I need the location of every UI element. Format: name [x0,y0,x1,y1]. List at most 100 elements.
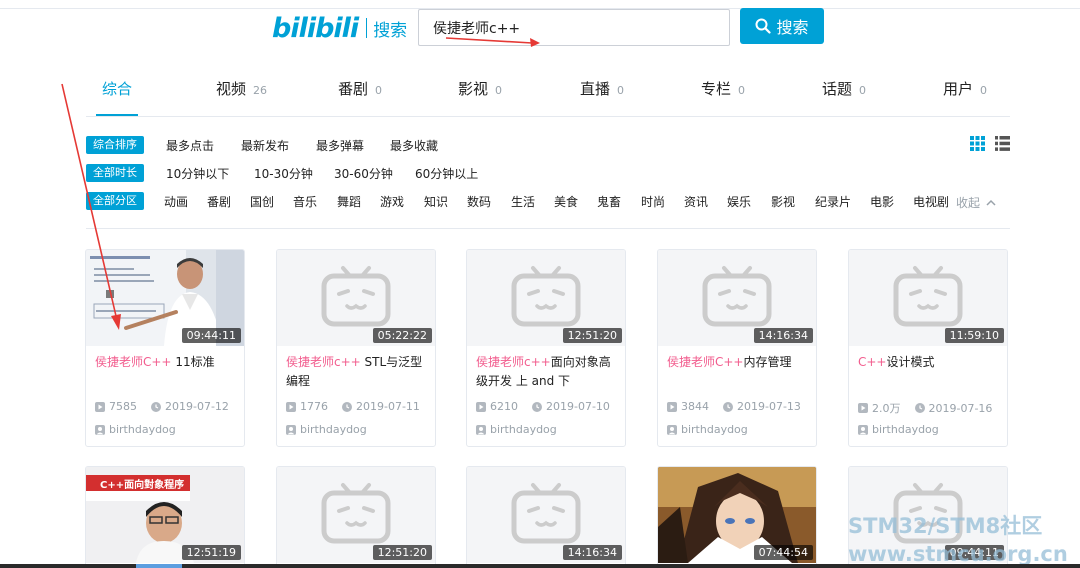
zone-item[interactable]: 纪录片 [815,193,851,210]
zone-item[interactable]: 娱乐 [727,193,751,210]
zone-item[interactable]: 国创 [250,193,274,210]
duration-over-60[interactable]: 60分钟以上 [415,165,478,182]
bilibili-logo[interactable]: bilibili 搜索 [272,12,407,44]
sort-most-clicks[interactable]: 最多点击 [166,137,214,154]
uploader[interactable]: birthdaydog [476,423,557,436]
video-title[interactable]: 侯捷老师c++ STL与泛型编程 [286,353,431,391]
upload-date: 2019-07-10 [546,400,610,413]
tab-film[interactable]: 影视 0 [458,78,502,116]
video-thumbnail[interactable]: 12:51:20 [277,467,435,563]
uploader-name: birthdaydog [109,423,176,436]
video-thumbnail[interactable]: C++面向對象程序 12:51:19 [86,467,244,563]
uploader[interactable]: birthdaydog [858,423,939,436]
tab-bangumi[interactable]: 番剧 0 [338,78,382,116]
tv-placeholder-icon [321,481,391,545]
video-card[interactable]: 12:51:20 侯捷老师c++面向对象高级开发 上 and 下 6210 20… [466,249,626,447]
zone-item[interactable]: 动画 [164,193,188,210]
video-title-rest: 设计模式 [886,355,935,369]
sort-most-favorites[interactable]: 最多收藏 [390,137,438,154]
zone-item[interactable]: 音乐 [293,193,317,210]
tab-live[interactable]: 直播 0 [580,78,624,116]
video-card[interactable]: 09:44:11 侯捷老师C++ 11标准 7585 2019-07-12 bi… [85,249,245,447]
video-title[interactable]: 侯捷老师C++内存管理 [667,353,812,372]
duration-10-30[interactable]: 10-30分钟 [254,165,313,182]
zone-item[interactable]: 游戏 [380,193,404,210]
video-title[interactable]: 侯捷老师C++ 11标准 [95,353,240,372]
tv-placeholder-icon [511,481,581,545]
video-duration: 12:51:20 [372,545,432,560]
video-title-keyword: 侯捷老师c++ [286,355,361,369]
zone-item[interactable]: 鬼畜 [597,193,621,210]
video-duration: 14:16:34 [753,328,813,343]
tab-article[interactable]: 专栏 0 [701,78,745,116]
search-box[interactable] [418,9,730,46]
search-input[interactable] [419,10,729,45]
list-view-icon[interactable] [995,136,1010,151]
video-card[interactable]: 14:16:34 侯捷老师C++内存管理 3844 2019-07-13 bir… [657,249,817,447]
tab-topic[interactable]: 话题 0 [822,78,866,116]
clock-icon [915,403,925,413]
tab-count: 0 [980,84,988,97]
video-duration: 09:44:11 [181,328,241,343]
video-title[interactable]: 侯捷老师c++面向对象高级开发 上 and 下 [476,353,621,391]
zone-item[interactable]: 知识 [424,193,448,210]
uploader-icon [476,425,486,435]
tv-placeholder-icon [702,264,772,328]
zone-item[interactable]: 影视 [771,193,795,210]
duration-all-badge[interactable]: 全部时长 [86,164,144,182]
sort-default-badge[interactable]: 综合排序 [86,136,144,154]
tab-video[interactable]: 视频 26 [216,78,267,116]
zone-item[interactable]: 番剧 [207,193,231,210]
upload-date: 2019-07-11 [356,400,420,413]
uploader-icon [95,425,105,435]
tv-placeholder-icon [511,264,581,328]
zone-item[interactable]: 美食 [554,193,578,210]
uploader[interactable]: birthdaydog [667,423,748,436]
video-thumbnail[interactable]: 11:59:10 [849,250,1007,346]
video-thumbnail[interactable]: 12:51:20 [467,250,625,346]
zone-item[interactable]: 舞蹈 [337,193,361,210]
watermark-line-1: STM32/STM8社区 [848,514,1043,538]
video-card[interactable]: 12:51:20 [276,466,436,568]
grid-view-icon[interactable] [970,136,985,151]
video-card[interactable]: 05:22:22 侯捷老师c++ STL与泛型编程 1776 2019-07-1… [276,249,436,447]
video-card[interactable]: 14:16:34 [466,466,626,568]
zone-item[interactable]: 数码 [467,193,491,210]
duration-under-10[interactable]: 10分钟以下 [166,165,229,182]
search-button[interactable]: 搜索 [740,8,824,44]
collapse-toggle[interactable]: 收起 [956,194,996,211]
uploader[interactable]: birthdaydog [286,423,367,436]
zone-item[interactable]: 电视剧 [913,193,949,210]
video-title-keyword: C++ [858,355,887,369]
duration-30-60[interactable]: 30-60分钟 [334,165,393,182]
video-title-rest: 11标准 [171,355,215,369]
video-card[interactable]: 11:59:10 C++设计模式 2.0万 2019-07-16 birthda… [848,249,1008,447]
video-card[interactable]: 07:44:54 [657,466,817,568]
video-thumbnail[interactable]: 09:44:11 [86,250,244,346]
sort-most-danmaku[interactable]: 最多弹幕 [316,137,364,154]
logo-wordmark: bilibili [272,12,359,44]
uploader-icon [286,425,296,435]
play-count-icon [667,402,677,412]
uploader-name: birthdaydog [300,423,367,436]
video-duration: 05:22:22 [372,328,432,343]
video-title-keyword: 侯捷老师C++ [667,355,744,369]
play-count: 3844 [681,400,709,413]
uploader[interactable]: birthdaydog [95,423,176,436]
tab-user[interactable]: 用户 0 [943,78,987,116]
video-thumbnail[interactable]: 07:44:54 [658,467,816,563]
sort-newest[interactable]: 最新发布 [241,137,289,154]
video-title[interactable]: C++设计模式 [858,353,1003,372]
zone-item[interactable]: 电影 [870,193,894,210]
zone-item[interactable]: 资讯 [684,193,708,210]
zone-all-badge[interactable]: 全部分区 [86,192,144,210]
filter-divider [86,228,1010,229]
tab-all[interactable]: 综合 [96,78,138,116]
upload-date: 2019-07-12 [165,400,229,413]
video-thumbnail[interactable]: 14:16:34 [467,467,625,563]
zone-item[interactable]: 时尚 [641,193,665,210]
video-thumbnail[interactable]: 14:16:34 [658,250,816,346]
video-card[interactable]: C++面向對象程序 12:51:19 [85,466,245,568]
video-thumbnail[interactable]: 05:22:22 [277,250,435,346]
zone-item[interactable]: 生活 [511,193,535,210]
